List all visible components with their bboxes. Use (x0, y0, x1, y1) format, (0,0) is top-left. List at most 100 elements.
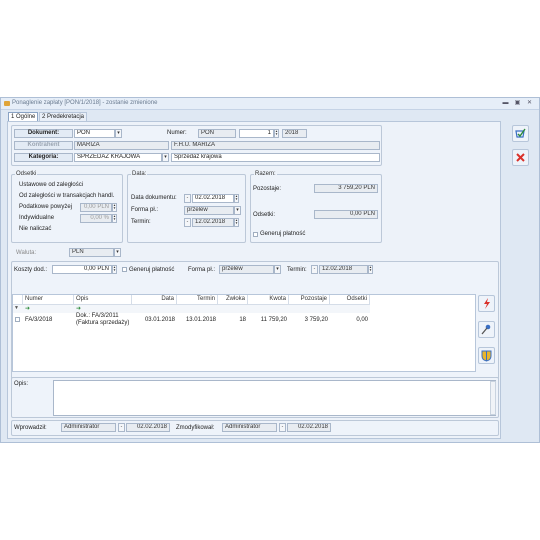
row-numer: FA/3/2018 (25, 317, 53, 323)
column-header-data[interactable]: Data (132, 295, 177, 304)
odsetki-option-podatkowe[interactable]: Podatkowe powyżej (19, 203, 72, 211)
kontrahent-name-field: F.H.U. MARIZA (171, 141, 380, 150)
chevron-down-icon[interactable]: ▾ (162, 153, 169, 162)
row-odsetki: 0,00 (356, 317, 368, 323)
koszty-spinner[interactable]: ▲ ▼ (112, 265, 117, 274)
row-checkbox[interactable] (15, 317, 20, 322)
zmodyfikowal-user: Administrator (222, 423, 277, 432)
odsetki-option-transakcje[interactable]: Od zaległości w transakcjach handl. (19, 192, 114, 200)
cancel-button[interactable] (512, 149, 529, 166)
zmodyfikowal-check: - (279, 423, 286, 432)
data-dokumentu-field[interactable]: 02.02.2018 (192, 194, 234, 203)
kontrahent-button[interactable]: Kontrahent (14, 141, 73, 150)
title-bar[interactable]: Ponaglenie zapłaty [PON/1/2018] - zostan… (1, 98, 539, 110)
wprowadzil-check: - (118, 423, 125, 432)
payments-table: Numer Opis Data Termin Zwłoka Kwota Pozo… (12, 294, 476, 372)
filter-arrow-icon[interactable]: ➜ (76, 305, 81, 312)
dokument-button[interactable]: Dokument: (14, 129, 73, 138)
kategoria-button[interactable]: Kategoria: (14, 153, 73, 162)
koszty-generuj-checkbox[interactable] (122, 267, 127, 272)
chevron-down-icon: ▾ (274, 265, 281, 274)
minimize-icon[interactable]: ▬ (501, 99, 510, 107)
termin-field[interactable]: 12.02.2018 (192, 218, 234, 227)
save-button[interactable] (512, 125, 529, 142)
forma-pl-label: Forma pł.: (131, 207, 159, 213)
kategoria-select[interactable]: SPRZEDAŻ KRAJOWA (74, 153, 162, 162)
column-header-numer[interactable]: Numer (23, 295, 74, 304)
dokument-select[interactable]: PON (74, 129, 115, 138)
forma-pl-select[interactable]: przelew (184, 206, 234, 215)
razem-generuj-checkbox[interactable] (253, 232, 258, 237)
pozostaje-label: Pozostaje: (253, 186, 282, 192)
koszty-termin-field: 12.02.2018 (319, 265, 368, 274)
edit-button[interactable] (478, 321, 495, 338)
waluta-label: Waluta: (16, 250, 37, 256)
kategoria-desc-field[interactable]: Sprzedaż krajowa (171, 153, 380, 162)
close-icon[interactable]: ✕ (525, 99, 534, 107)
kontrahent-code-field: MARIZA (74, 141, 169, 150)
tab-predekretacja[interactable]: 2 Predekretacja (39, 112, 87, 121)
chevron-down-icon: ▾ (114, 248, 121, 257)
koszty-termin-check: - (311, 265, 318, 274)
razem-odsetki-value: 0,00 PLN (314, 210, 378, 219)
tab-ogolne[interactable]: 1 Ogólne (8, 112, 38, 121)
row-opis-line2: (Faktura sprzedaży) (76, 320, 130, 326)
opis-textarea[interactable] (53, 380, 496, 416)
column-header-termin[interactable]: Termin (177, 295, 218, 304)
odsetki-title: Odsetki (15, 171, 38, 177)
waluta-select: PLN (69, 248, 114, 257)
koszty-forma-select: przelew (219, 265, 274, 274)
row-zwloka: 18 (239, 317, 246, 323)
zmodyfikowal-date: 02.02.2018 (287, 423, 331, 432)
document-window: Ponaglenie zapłaty [PON/1/2018] - zostan… (0, 97, 540, 443)
data-group-title: Data: (131, 171, 148, 177)
delete-icon (516, 153, 525, 162)
opis-label: Opis: (14, 381, 29, 387)
termin-check[interactable]: - (184, 218, 191, 227)
table-corner (13, 295, 23, 304)
data-dokumentu-label: Data dokumentu: (131, 195, 177, 201)
razem-generuj-label: Generuj płatność (260, 231, 306, 237)
opis-scrollbar[interactable] (490, 381, 496, 415)
odsetki-option-nie-naliczac[interactable]: Nie naliczać (19, 225, 51, 233)
column-header-kwota[interactable]: Kwota (248, 295, 289, 304)
termin-spinner[interactable]: ▲ ▼ (234, 218, 239, 227)
report-button[interactable] (478, 347, 495, 364)
lightning-icon (484, 298, 490, 309)
save-icon (515, 128, 526, 138)
indywidualne-field: 0,00 % (80, 214, 112, 223)
row-kwota: 11 759,20 (260, 317, 287, 323)
column-header-zwloka[interactable]: Zwłoka (218, 295, 248, 304)
odsetki-option-indywidualne[interactable]: Indywidualne (19, 214, 54, 222)
column-header-odsetki[interactable]: Odsetki (330, 295, 370, 304)
chevron-down-icon[interactable]: ▾ (234, 206, 241, 215)
calculate-interest-button[interactable] (478, 295, 495, 312)
termin-label: Termin: (131, 219, 151, 225)
window-title: Ponaglenie zapłaty [PON/1/2018] - zostan… (12, 100, 158, 106)
numer-number-field[interactable]: 1 (239, 129, 274, 138)
column-header-opis[interactable]: Opis (74, 295, 132, 304)
koszty-termin-label: Termin: (287, 267, 307, 273)
shield-icon (481, 350, 492, 362)
data-dokumentu-check[interactable]: - (184, 194, 191, 203)
filter-arrow-icon[interactable]: ➜ (25, 305, 30, 312)
filter-icon[interactable]: ▼ (14, 305, 21, 311)
row-pozostaje: 3 759,20 (304, 317, 328, 323)
numer-label: Numer: (167, 130, 187, 136)
date-spinner[interactable]: ▲ ▼ (234, 194, 239, 203)
koszty-field[interactable]: 0,00 PLN (52, 265, 112, 274)
odsetki-option-ustawowe[interactable]: Ustawowe od zaległości (19, 181, 83, 189)
podatkowe-spinner: ▲ ▼ (112, 203, 117, 212)
chevron-down-icon[interactable]: ▾ (115, 129, 122, 138)
row-data: 03.01.2018 (144, 317, 175, 323)
razem-odsetki-label: Odsetki: (253, 212, 276, 218)
general-panel: Dokument: PON ▾ Numer: PON 1 ▲ ▼ 2018 Kon… (7, 121, 501, 439)
numer-year-field: 2018 (282, 129, 307, 138)
wprowadzil-date: 02.02.2018 (126, 423, 170, 432)
numer-spinner[interactable]: ▲ ▼ (274, 129, 279, 138)
numer-prefix-field: PON (198, 129, 236, 138)
razem-title: Razem: (254, 171, 277, 177)
column-header-pozostaje[interactable]: Pozostaje (289, 295, 330, 304)
podatkowe-field: 0,00 PLN (80, 203, 112, 212)
maximize-icon[interactable]: ▣ (513, 99, 522, 107)
